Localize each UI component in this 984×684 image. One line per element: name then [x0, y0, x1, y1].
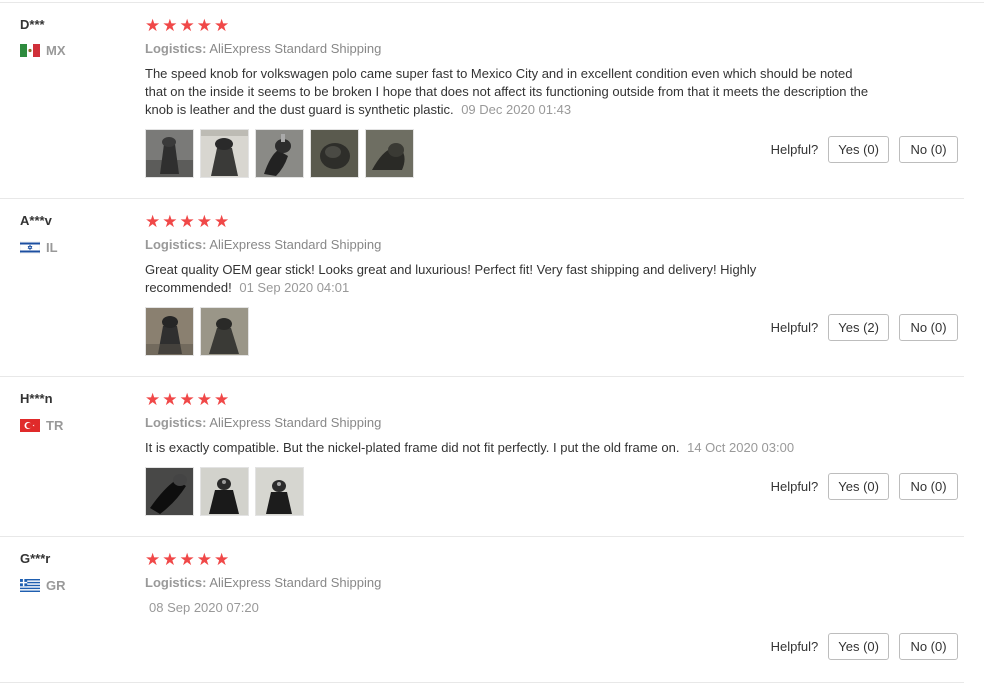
review-photo-thumbnail[interactable]: [365, 129, 414, 178]
review-item: D*** MX ★ ★ ★ ★ ★ Logistics: AliExpress …: [0, 0, 984, 199]
star-icon: ★: [162, 16, 178, 35]
star-rating: ★ ★ ★ ★ ★: [145, 551, 229, 568]
reviewer-name: D***: [20, 17, 45, 32]
star-icon: ★: [214, 212, 230, 231]
logistics-value: AliExpress Standard Shipping: [209, 237, 382, 252]
review-content: It is exactly compatible. But the nickel…: [145, 439, 905, 457]
helpful-vote: Helpful? Yes (0) No (0): [771, 473, 958, 500]
review-photos: [145, 307, 249, 356]
star-icon: ★: [162, 390, 178, 409]
country-code: TR: [46, 418, 64, 433]
turkey-flag-icon: [20, 419, 40, 432]
star-icon: ★: [179, 550, 195, 569]
logistics-info: Logistics: AliExpress Standard Shipping: [145, 575, 381, 590]
star-icon: ★: [196, 16, 212, 35]
review-item: G***r GR ★ ★ ★ ★ ★ Logistics: AliExpress…: [0, 536, 984, 684]
logistics-label: Logistics:: [145, 41, 207, 56]
star-rating: ★ ★ ★ ★ ★: [145, 391, 229, 408]
review-photos: [145, 129, 414, 178]
star-icon: ★: [162, 550, 178, 569]
helpful-yes-button[interactable]: Yes (2): [828, 314, 889, 341]
star-icon: ★: [196, 550, 212, 569]
helpful-label: Helpful?: [770, 320, 819, 335]
star-icon: ★: [145, 16, 161, 35]
star-icon: ★: [145, 390, 161, 409]
review-photo-thumbnail[interactable]: [200, 467, 249, 516]
country-code: MX: [46, 43, 66, 58]
star-icon: ★: [162, 212, 178, 231]
review-photo-thumbnail[interactable]: [255, 467, 304, 516]
review-item: A***v IL ★ ★ ★ ★ ★ Logistics: AliExpress…: [0, 198, 984, 377]
helpful-vote: Helpful? Yes (2) No (0): [771, 314, 958, 341]
reviewer-name: A***v: [20, 213, 52, 228]
star-icon: ★: [179, 16, 195, 35]
star-icon: ★: [214, 16, 230, 35]
star-icon: ★: [196, 212, 212, 231]
logistics-info: Logistics: AliExpress Standard Shipping: [145, 415, 381, 430]
logistics-info: Logistics: AliExpress Standard Shipping: [145, 237, 381, 252]
logistics-label: Logistics:: [145, 415, 207, 430]
review-photo-thumbnail[interactable]: [200, 307, 249, 356]
review-photo-thumbnail[interactable]: [145, 467, 194, 516]
star-icon: ★: [145, 212, 161, 231]
review-photo-thumbnail[interactable]: [200, 129, 249, 178]
review-date: 09 Dec 2020 01:43: [461, 102, 572, 117]
star-icon: ★: [214, 550, 230, 569]
star-rating: ★ ★ ★ ★ ★: [145, 17, 229, 34]
helpful-yes-button[interactable]: Yes (0): [828, 473, 889, 500]
greece-flag-icon: [20, 579, 40, 592]
review-date: 01 Sep 2020 04:01: [239, 280, 350, 295]
review-item: H***n TR ★ ★ ★ ★ ★ Logistics: AliExpress…: [0, 376, 984, 537]
helpful-yes-button[interactable]: Yes (0): [828, 633, 889, 660]
helpful-vote: Helpful? Yes (0) No (0): [771, 136, 958, 163]
star-icon: ★: [196, 390, 212, 409]
reviewer-name: G***r: [20, 551, 51, 566]
logistics-value: AliExpress Standard Shipping: [209, 415, 382, 430]
review-divider: [0, 682, 964, 683]
review-photos: [145, 467, 304, 516]
star-icon: ★: [179, 212, 195, 231]
reviewer-country: MX: [20, 43, 66, 58]
review-photo-thumbnail[interactable]: [145, 129, 194, 178]
review-content: Great quality OEM gear stick! Looks grea…: [145, 261, 800, 297]
helpful-no-button[interactable]: No (0): [899, 473, 958, 500]
helpful-no-button[interactable]: No (0): [899, 314, 958, 341]
helpful-label: Helpful?: [770, 142, 819, 157]
review-photo-thumbnail[interactable]: [310, 129, 359, 178]
helpful-yes-button[interactable]: Yes (0): [828, 136, 889, 163]
helpful-no-button[interactable]: No (0): [899, 136, 958, 163]
logistics-info: Logistics: AliExpress Standard Shipping: [145, 41, 381, 56]
review-content: 08 Sep 2020 07:20: [145, 599, 870, 617]
logistics-value: AliExpress Standard Shipping: [209, 41, 382, 56]
logistics-label: Logistics:: [145, 575, 207, 590]
star-rating: ★ ★ ★ ★ ★: [145, 213, 229, 230]
review-date: 08 Sep 2020 07:20: [149, 600, 259, 615]
reviewer-country: TR: [20, 418, 63, 433]
logistics-value: AliExpress Standard Shipping: [209, 575, 382, 590]
israel-flag-icon: [20, 241, 40, 254]
logistics-label: Logistics:: [145, 237, 207, 252]
review-photo-thumbnail[interactable]: [145, 307, 194, 356]
mexico-flag-icon: [20, 44, 40, 57]
star-icon: ★: [179, 390, 195, 409]
helpful-vote: Helpful? Yes (0) No (0): [771, 633, 958, 660]
review-text: Great quality OEM gear stick! Looks grea…: [145, 262, 757, 295]
helpful-no-button[interactable]: No (0): [899, 633, 958, 660]
helpful-label: Helpful?: [770, 479, 819, 494]
star-icon: ★: [214, 390, 230, 409]
country-code: GR: [46, 578, 66, 593]
reviewer-country: IL: [20, 240, 58, 255]
helpful-label: Helpful?: [770, 639, 819, 654]
review-date: 14 Oct 2020 03:00: [687, 440, 795, 455]
review-text: It is exactly compatible. But the nickel…: [145, 440, 680, 455]
reviewer-country: GR: [20, 578, 66, 593]
reviewer-name: H***n: [20, 391, 53, 406]
review-content: The speed knob for volkswagen polo came …: [145, 65, 870, 119]
country-code: IL: [46, 240, 58, 255]
review-photo-thumbnail[interactable]: [255, 129, 304, 178]
star-icon: ★: [145, 550, 161, 569]
